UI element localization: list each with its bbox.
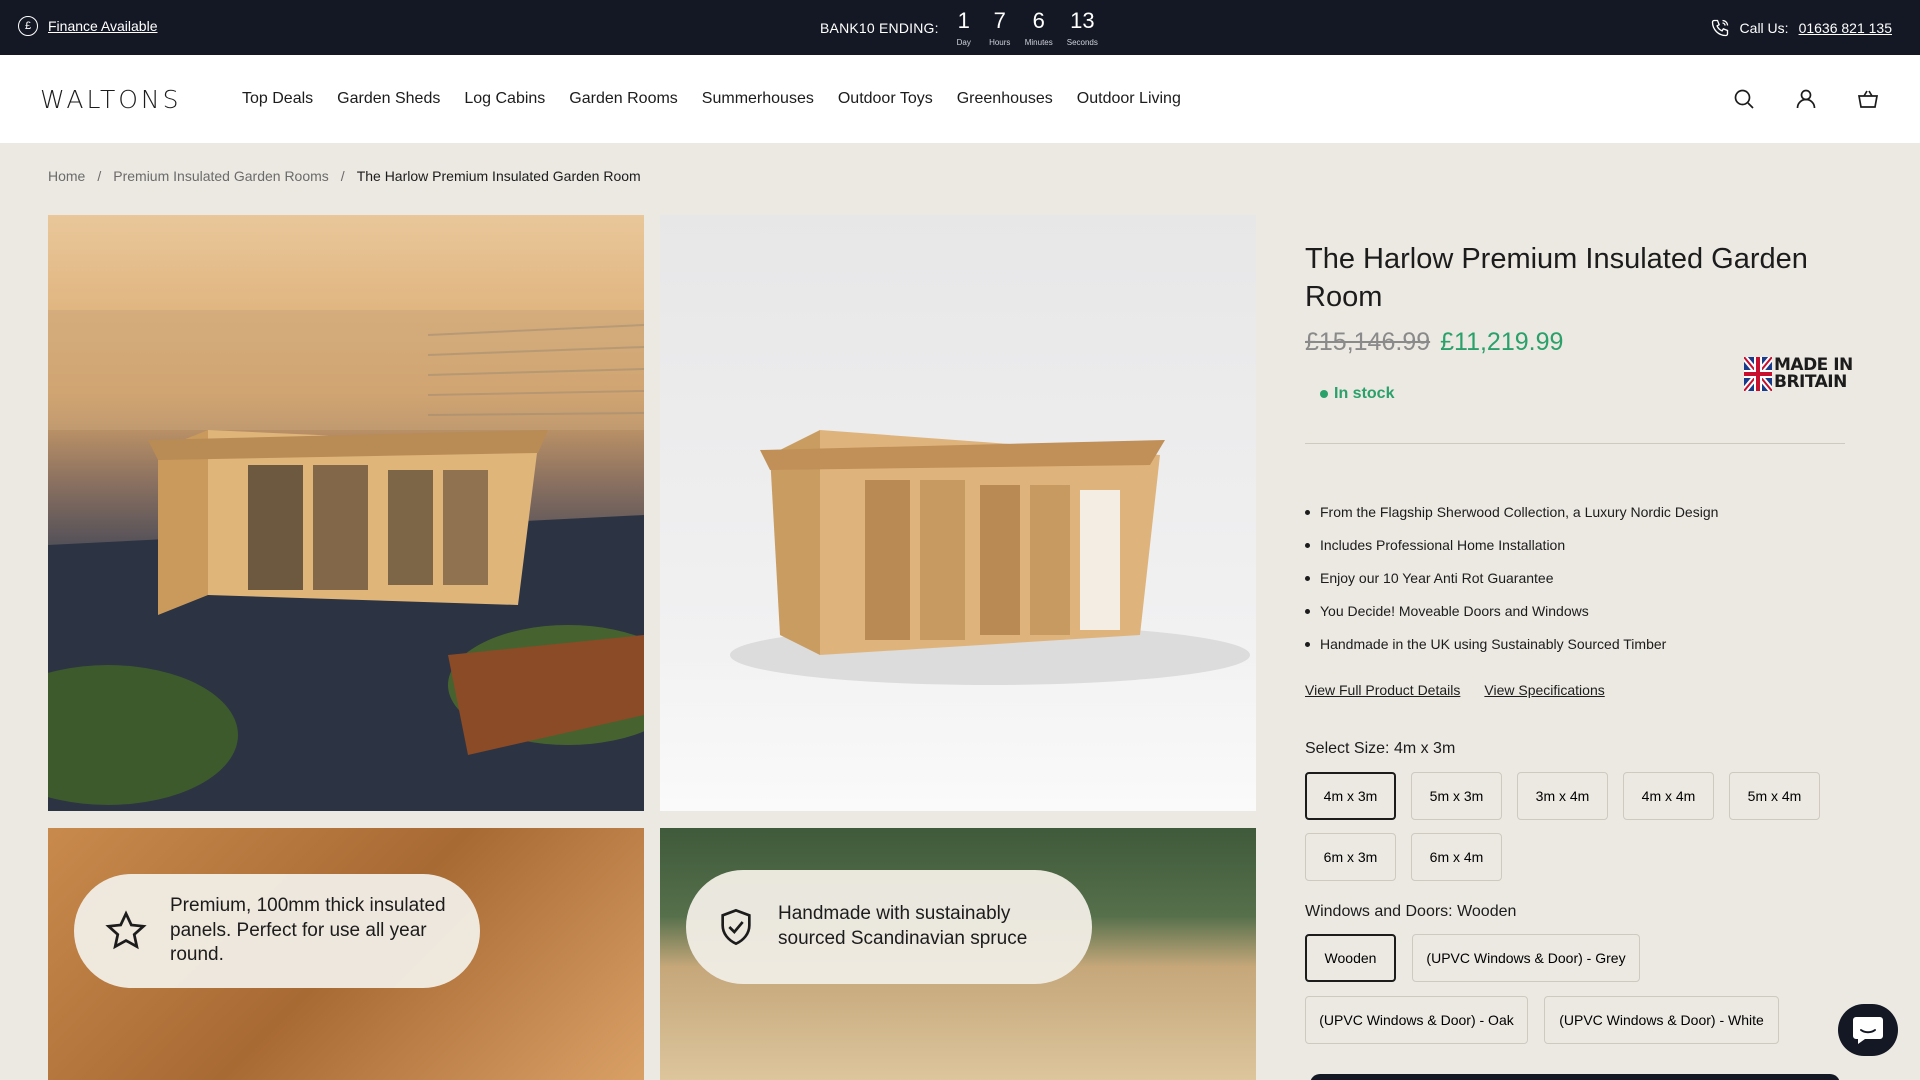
add-to-basket-button[interactable] bbox=[1310, 1074, 1840, 1080]
countdown-unit: Day bbox=[956, 38, 971, 47]
windows-option-wooden[interactable]: Wooden bbox=[1305, 934, 1396, 982]
size-option-6x3[interactable]: 6m x 3m bbox=[1305, 833, 1396, 881]
size-option-5x4[interactable]: 5m x 4m bbox=[1729, 772, 1820, 820]
breadcrumb-home[interactable]: Home bbox=[48, 168, 85, 184]
size-label: Select Size: bbox=[1305, 740, 1390, 757]
countdown-value: 13 bbox=[1070, 8, 1095, 33]
product-info: The Harlow Premium Insulated Garden Room bbox=[1305, 240, 1845, 316]
announcement-bar: £ Finance Available BANK10 ENDING: 1 Day… bbox=[0, 0, 1920, 55]
windows-option-upvc-grey[interactable]: (UPVC Windows & Door) - Grey bbox=[1412, 934, 1640, 982]
countdown-value: 6 bbox=[1032, 8, 1045, 33]
countdown-value: 1 bbox=[957, 8, 970, 33]
product-links: View Full Product Details View Specifica… bbox=[1305, 682, 1605, 698]
phone-number-link[interactable]: 01636 821 135 bbox=[1799, 20, 1892, 36]
basket-icon[interactable] bbox=[1856, 87, 1880, 111]
view-specifications-link[interactable]: View Specifications bbox=[1484, 682, 1604, 698]
breadcrumb-category[interactable]: Premium Insulated Garden Rooms bbox=[113, 168, 329, 184]
size-selected-value: 4m x 3m bbox=[1393, 740, 1456, 757]
breadcrumb-separator: / bbox=[97, 168, 102, 184]
feature-text-insulation: Premium, 100mm thick insulated panels. P… bbox=[170, 894, 446, 966]
old-price: £15,146.99 bbox=[1305, 328, 1431, 356]
divider bbox=[1305, 443, 1845, 444]
account-icon[interactable] bbox=[1794, 87, 1818, 111]
made-in-britain-badge: MADE IN BRITAIN bbox=[1744, 357, 1853, 391]
size-option-4x4[interactable]: 4m x 4m bbox=[1623, 772, 1714, 820]
product-title: The Harlow Premium Insulated Garden Room bbox=[1305, 243, 1808, 313]
windows-label: Windows and Doors: bbox=[1305, 903, 1453, 920]
list-item: Includes Professional Home Installation bbox=[1305, 529, 1718, 562]
countdown-hours: 7 Hours bbox=[989, 8, 1011, 47]
nav-outdoor-living[interactable]: Outdoor Living bbox=[1077, 90, 1181, 108]
view-full-details-link[interactable]: View Full Product Details bbox=[1305, 682, 1460, 698]
finance-label[interactable]: Finance Available bbox=[48, 18, 157, 34]
finance-icon: £ bbox=[18, 16, 38, 36]
nav-outdoor-toys[interactable]: Outdoor Toys bbox=[838, 90, 933, 108]
made-in-britain-text: MADE IN BRITAIN bbox=[1774, 357, 1853, 391]
search-icon[interactable] bbox=[1732, 87, 1756, 111]
windows-selected-value: Wooden bbox=[1457, 903, 1517, 920]
size-selector-label: Select Size: 4m x 3m bbox=[1305, 740, 1455, 758]
stock-label: In stock bbox=[1334, 385, 1395, 402]
nav-summerhouses[interactable]: Summerhouses bbox=[702, 90, 814, 108]
nav-greenhouses[interactable]: Greenhouses bbox=[957, 90, 1053, 108]
site-header: WALTONS Top Deals Garden Sheds Log Cabin… bbox=[0, 55, 1920, 143]
phone-icon bbox=[1711, 19, 1728, 37]
feature-badge-insulation: Premium, 100mm thick insulated panels. P… bbox=[74, 874, 480, 988]
list-item: You Decide! Moveable Doors and Windows bbox=[1305, 595, 1718, 628]
nav-log-cabins[interactable]: Log Cabins bbox=[464, 90, 545, 108]
product-image-studio[interactable] bbox=[660, 215, 1256, 811]
size-option-4x3[interactable]: 4m x 3m bbox=[1305, 772, 1396, 820]
list-item: From the Flagship Sherwood Collection, a… bbox=[1305, 496, 1718, 529]
countdown-minutes: 6 Minutes bbox=[1025, 8, 1053, 47]
countdown-unit: Hours bbox=[989, 38, 1011, 47]
stock-status: In stock bbox=[1320, 385, 1394, 403]
size-option-5x3[interactable]: 5m x 3m bbox=[1411, 772, 1502, 820]
breadcrumb-separator: / bbox=[340, 168, 345, 184]
chat-icon bbox=[1853, 1017, 1883, 1044]
union-jack-icon bbox=[1744, 357, 1772, 391]
star-icon bbox=[105, 910, 147, 950]
promo-countdown: BANK10 ENDING: 1 Day 7 Hours 6 Minutes 1… bbox=[820, 8, 1098, 47]
size-option-3x4[interactable]: 3m x 4m bbox=[1517, 772, 1608, 820]
countdown-days: 1 Day bbox=[953, 8, 975, 47]
stock-dot-icon bbox=[1320, 390, 1328, 398]
promo-label: BANK10 ENDING: bbox=[820, 20, 939, 36]
feature-text-timber: Handmade with sustainably sourced Scandi… bbox=[778, 903, 1028, 949]
shield-check-icon bbox=[721, 908, 751, 946]
badge-line-2: BRITAIN bbox=[1774, 372, 1847, 392]
windows-option-upvc-white[interactable]: (UPVC Windows & Door) - White bbox=[1544, 996, 1779, 1044]
main-nav: Top Deals Garden Sheds Log Cabins Garden… bbox=[242, 90, 1181, 108]
product-image-exterior-closeup[interactable]: Handmade with sustainably sourced Scandi… bbox=[660, 828, 1256, 1080]
list-item: Enjoy our 10 Year Anti Rot Guarantee bbox=[1305, 562, 1718, 595]
countdown-seconds: 13 Seconds bbox=[1067, 8, 1098, 47]
chat-launcher[interactable] bbox=[1838, 1004, 1898, 1056]
product-image-rooftop[interactable] bbox=[48, 215, 644, 811]
list-item: Handmade in the UK using Sustainably Sou… bbox=[1305, 628, 1718, 661]
breadcrumb-current: The Harlow Premium Insulated Garden Room bbox=[356, 168, 641, 184]
windows-selector-label: Windows and Doors: Wooden bbox=[1305, 903, 1516, 921]
product-prices: £15,146.99 £11,219.99 bbox=[1305, 328, 1563, 357]
countdown-unit: Minutes bbox=[1024, 38, 1053, 47]
site-logo[interactable]: WALTONS bbox=[40, 85, 181, 114]
header-actions bbox=[1732, 87, 1880, 111]
breadcrumb: Home / Premium Insulated Garden Rooms / … bbox=[48, 168, 641, 184]
feature-badge-timber: Handmade with sustainably sourced Scandi… bbox=[686, 870, 1092, 984]
call-label: Call Us: bbox=[1739, 20, 1789, 36]
countdown-value: 7 bbox=[993, 8, 1006, 33]
product-image-interior[interactable]: Premium, 100mm thick insulated panels. P… bbox=[48, 828, 644, 1080]
call-us: Call Us: 01636 821 135 bbox=[1710, 18, 1892, 38]
countdown-unit: Seconds bbox=[1066, 38, 1098, 47]
nav-garden-sheds[interactable]: Garden Sheds bbox=[337, 90, 440, 108]
finance-link[interactable]: £ Finance Available bbox=[18, 16, 157, 36]
nav-top-deals[interactable]: Top Deals bbox=[242, 90, 313, 108]
sale-price: £11,219.99 bbox=[1440, 328, 1564, 356]
nav-garden-rooms[interactable]: Garden Rooms bbox=[569, 90, 678, 108]
feature-bullets: From the Flagship Sherwood Collection, a… bbox=[1305, 496, 1718, 661]
windows-option-upvc-oak[interactable]: (UPVC Windows & Door) - Oak bbox=[1305, 996, 1528, 1044]
size-option-6x4[interactable]: 6m x 4m bbox=[1411, 833, 1502, 881]
